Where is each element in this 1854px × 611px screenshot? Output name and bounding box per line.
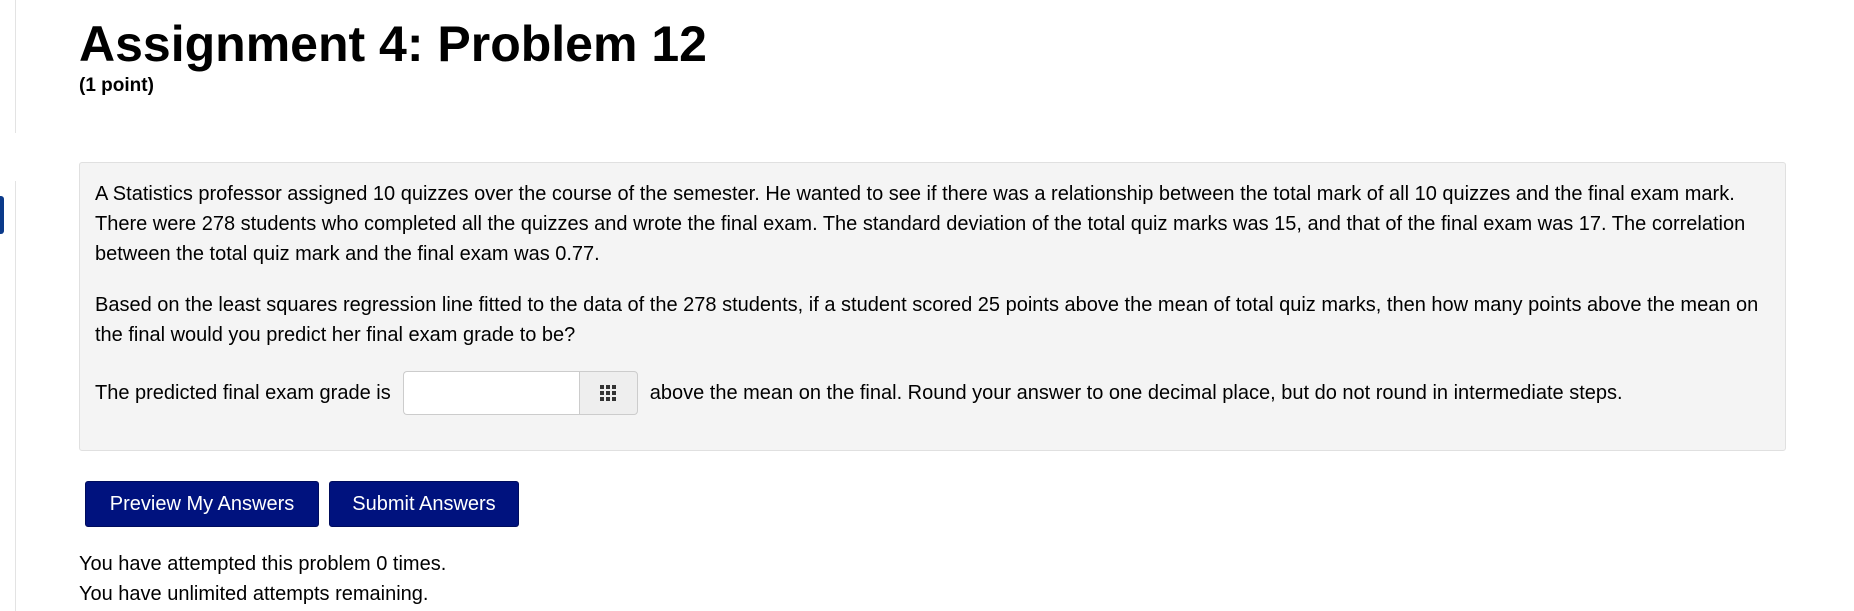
- problem-paragraph-2: Based on the least squares regression li…: [95, 294, 1759, 346]
- page-title: Assignment 4: Problem 12: [79, 16, 707, 72]
- answer-input[interactable]: [402, 371, 579, 415]
- answer-line: The predicted final exam grade is above …: [95, 371, 1775, 415]
- grid-icon: [600, 385, 617, 401]
- attempts-remaining-text: You have unlimited attempts remaining.: [79, 583, 429, 605]
- answer-actions: Preview My Answers Submit Answers: [85, 481, 519, 527]
- sidebar-gap: [0, 133, 16, 181]
- problem-body: A Statistics professor assigned 10 quizz…: [79, 162, 1786, 451]
- attempt-status: You have attempted this problem 0 times.…: [79, 549, 446, 609]
- sidebar-toggle-tab[interactable]: [0, 196, 4, 234]
- attempts-count-text: You have attempted this problem 0 times.: [79, 553, 447, 575]
- left-sidebar-rail: [0, 0, 16, 611]
- math-palette-button[interactable]: [578, 371, 638, 415]
- submit-answers-button[interactable]: Submit Answers: [329, 481, 519, 527]
- answer-prefix: The predicted final exam grade is: [95, 382, 391, 404]
- problem-paragraph-1: A Statistics professor assigned 10 quizz…: [95, 183, 1746, 265]
- answer-suffix: above the mean on the final. Round your …: [649, 382, 1623, 404]
- problem-points: (1 point): [79, 75, 154, 96]
- answer-input-group: [402, 371, 638, 415]
- preview-answers-button[interactable]: Preview My Answers: [85, 481, 319, 527]
